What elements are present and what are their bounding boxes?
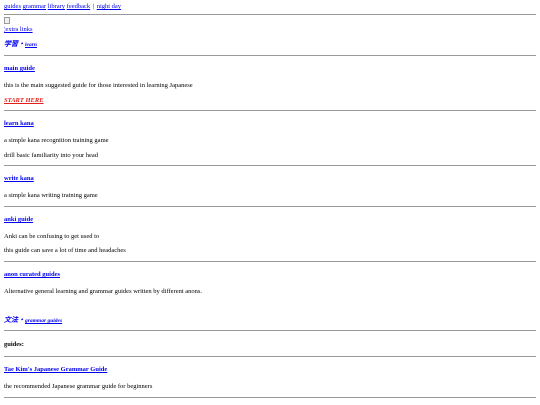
main-guide-link[interactable]: main guide xyxy=(4,65,35,72)
section-kanji: 文法 xyxy=(4,316,18,324)
anon-guides-title-row: anon curated guides xyxy=(4,271,60,278)
divider xyxy=(4,55,536,56)
section-kanji: 学習 xyxy=(4,40,18,48)
divider xyxy=(4,261,536,262)
divider xyxy=(4,397,536,398)
divider xyxy=(4,165,536,166)
tae-kim-link[interactable]: Tae Kim's Japanese Grammar Guide xyxy=(4,366,107,373)
write-kana-link[interactable]: write kana xyxy=(4,175,34,182)
anki-guide-line2: this guide can save a lot of time and he… xyxy=(4,247,126,254)
anon-guides-line1: Alternative general learning and grammar… xyxy=(4,288,203,295)
divider xyxy=(4,14,536,15)
section-grammar-link[interactable]: grammar guides xyxy=(25,318,62,324)
learn-kana-title-row: learn kana xyxy=(4,120,34,127)
anki-guide-title-row: anki guide xyxy=(4,216,33,223)
divider xyxy=(4,356,536,357)
start-here-row: START HERE xyxy=(4,97,44,104)
learn-kana-line2: drill basic familiarity into your head xyxy=(4,152,99,159)
nav-separator: | xyxy=(92,3,95,10)
tae-kim-title-row: Tae Kim's Japanese Grammar Guide xyxy=(4,366,107,373)
nav-guides-link[interactable]: guides xyxy=(4,3,21,10)
top-nav: guides grammar library feedback | night … xyxy=(4,3,121,10)
start-here-link[interactable]: START HERE xyxy=(4,97,44,104)
section-heading-grammar: 文法・grammar guides xyxy=(4,316,62,324)
nav-library-link[interactable]: library xyxy=(48,3,65,10)
section-dot: ・ xyxy=(18,40,25,48)
learn-kana-line1: a simple kana recognition training game xyxy=(4,137,109,144)
section-learn-link[interactable]: learn xyxy=(25,42,37,48)
nav-night-day-link[interactable]: night day xyxy=(97,3,121,10)
main-guide-title-row: main guide xyxy=(4,65,35,72)
divider xyxy=(4,110,536,111)
learn-kana-link[interactable]: learn kana xyxy=(4,120,34,127)
section-heading-learn: 学習・learn xyxy=(4,40,37,48)
anon-guides-link[interactable]: anon curated guides xyxy=(4,271,60,278)
broken-image-icon xyxy=(4,17,10,24)
divider xyxy=(4,206,536,207)
write-kana-line1: a simple kana writing training game xyxy=(4,192,98,199)
nav-feedback-link[interactable]: feedback xyxy=(67,3,90,10)
main-guide-desc: this is the main suggested guide for tho… xyxy=(4,82,193,89)
section-dot: ・ xyxy=(18,316,25,324)
divider xyxy=(4,330,536,331)
tae-kim-line1: the recommended Japanese grammar guide f… xyxy=(4,383,153,390)
write-kana-title-row: write kana xyxy=(4,175,34,182)
nav-grammar-link[interactable]: grammar xyxy=(23,3,46,10)
anki-guide-line1: Anki can be confusing to get used to xyxy=(4,233,100,240)
extra-links-toggle[interactable]: ¦extra links xyxy=(4,26,33,33)
anki-guide-link[interactable]: anki guide xyxy=(4,216,33,223)
extra-links-row: ¦extra links xyxy=(4,26,33,33)
guides-label: guides: xyxy=(4,341,24,348)
extra-links-label: extra links xyxy=(5,26,33,33)
